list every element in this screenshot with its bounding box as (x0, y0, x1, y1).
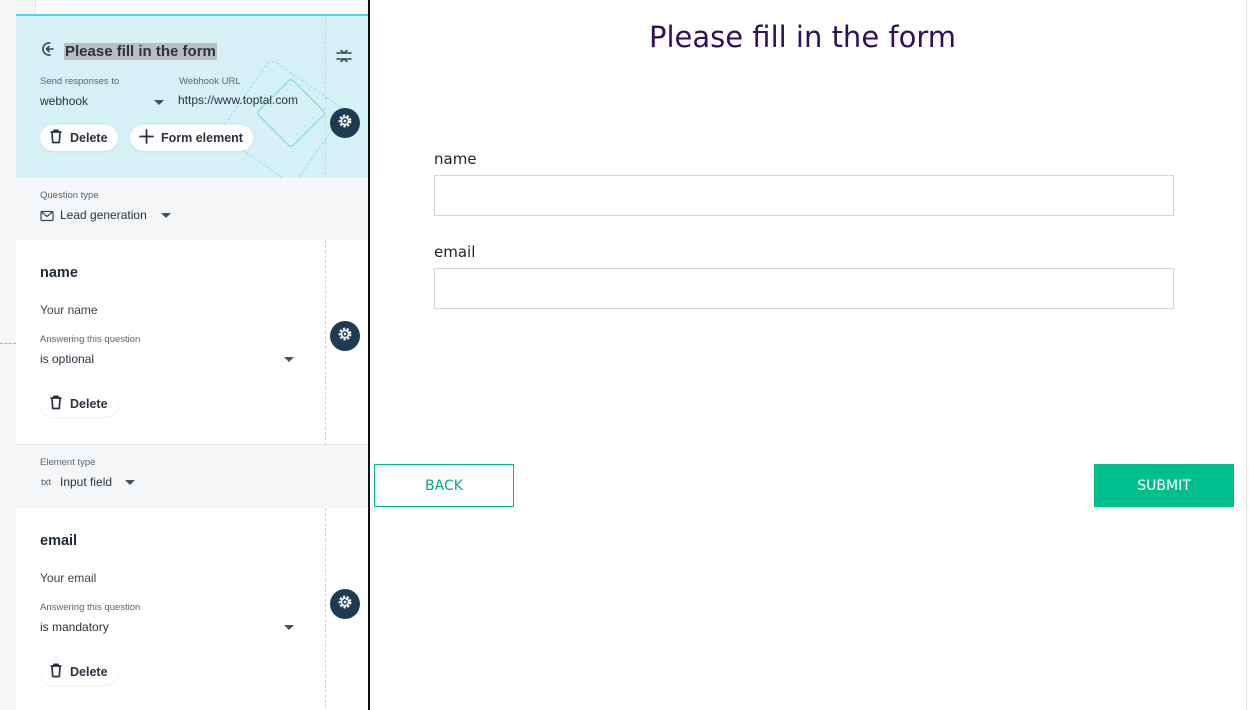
email-input[interactable] (434, 268, 1174, 309)
question-card: name Your name Answering this question i… (16, 240, 368, 445)
preview-edge (1246, 0, 1247, 710)
delete-question-button[interactable]: Delete (40, 659, 118, 685)
trash-icon (49, 129, 63, 147)
previous-card-stub (35, 0, 366, 14)
answer-required-select[interactable]: is mandatory (40, 620, 109, 634)
name-field-label: name (434, 150, 477, 168)
form-element-label: Form element (161, 131, 243, 145)
delete-form-button[interactable]: Delete (40, 125, 118, 151)
submit-button[interactable]: SUBMIT (1094, 464, 1234, 507)
element-type-label: Element type (40, 457, 96, 468)
back-button[interactable]: BACK (374, 464, 514, 507)
form-editor-panel: Please fill in the form Send responses t… (0, 0, 368, 710)
trash-icon (49, 395, 63, 413)
answer-required-select[interactable]: is optional (40, 352, 94, 366)
delete-label: Delete (70, 665, 108, 679)
question-settings-button[interactable] (330, 321, 360, 351)
form-title-row[interactable]: Please fill in the form (40, 40, 217, 63)
element-type-select[interactable]: Input field (60, 475, 112, 489)
question-title[interactable]: email (40, 533, 77, 549)
gear-icon (336, 325, 354, 348)
send-responses-label: Send responses to (40, 76, 120, 87)
delete-label: Delete (70, 397, 108, 411)
question-card: email Your email Answering this question… (16, 508, 368, 710)
enter-icon (40, 40, 58, 63)
webhook-url-label: Webhook URL (179, 76, 241, 87)
answering-label: Answering this question (40, 602, 141, 613)
connector-line (0, 343, 16, 344)
element-type-section: Element type txt Input field (16, 445, 368, 508)
plus-icon (139, 129, 154, 147)
text-type-icon: txt (41, 477, 52, 488)
chevron-down-icon[interactable] (284, 625, 294, 630)
mail-icon (40, 209, 54, 227)
send-responses-select[interactable]: webhook (40, 94, 88, 108)
gear-icon (336, 593, 354, 616)
question-type-section: Question type Lead generation (16, 178, 368, 240)
form-preview: Please fill in the form name email BACK … (370, 0, 1249, 710)
adjust-settings-icon[interactable] (335, 47, 353, 70)
trash-icon (49, 663, 63, 681)
email-field-label: email (434, 243, 476, 261)
webhook-url-input[interactable]: https://www.toptal.com (178, 93, 309, 107)
chevron-down-icon[interactable] (284, 357, 294, 362)
delete-label: Delete (70, 131, 108, 145)
chevron-down-icon[interactable] (154, 100, 164, 105)
question-settings-button[interactable] (330, 589, 360, 619)
question-placeholder[interactable]: Your name (40, 303, 98, 317)
form-header-card: Please fill in the form Send responses t… (16, 14, 368, 178)
card-divider (325, 240, 326, 445)
header-settings-button[interactable] (330, 108, 360, 138)
chevron-down-icon[interactable] (125, 480, 135, 485)
chevron-down-icon[interactable] (161, 213, 171, 218)
answering-label: Answering this question (40, 334, 141, 345)
question-title[interactable]: name (40, 265, 78, 281)
delete-question-button[interactable]: Delete (40, 391, 118, 417)
form-title-input[interactable]: Please fill in the form (64, 43, 217, 60)
gear-icon (336, 112, 354, 135)
add-form-element-button[interactable]: Form element (130, 125, 253, 151)
question-placeholder[interactable]: Your email (40, 571, 96, 585)
question-type-label: Question type (40, 190, 99, 201)
card-divider (325, 508, 326, 710)
question-type-select[interactable]: Lead generation (60, 208, 147, 222)
card-divider (325, 16, 326, 178)
preview-form-title: Please fill in the form (648, 20, 956, 54)
name-input[interactable] (434, 175, 1174, 216)
